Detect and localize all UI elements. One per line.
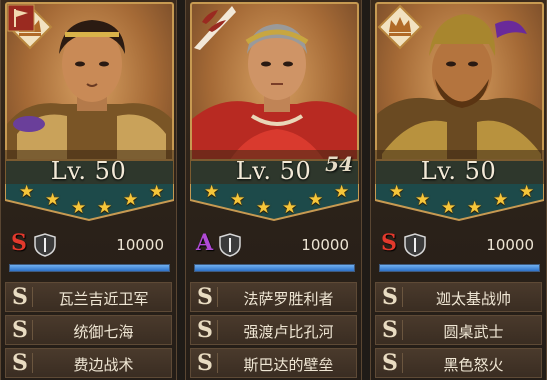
star-icon: ★ <box>334 182 350 202</box>
hero-power: 10000 <box>301 236 349 254</box>
exp-bar-fill <box>380 265 539 271</box>
hero-card-1[interactable]: Lv. 50 ★ ★ ★ ★ ★ ★ S 10000 S 瓦兰吉近卫军 S 统御七海… <box>0 0 177 380</box>
hero-card-2[interactable]: Lv. 50 54 ★ ★ ★ ★ ★ ★ A 10000 S 法萨罗胜利者 S强… <box>185 0 362 380</box>
skill-name: 统御七海 <box>73 323 134 341</box>
hero-grade: S <box>11 230 27 256</box>
hero-tag: 54 <box>325 152 353 176</box>
divider <box>217 320 218 340</box>
skill-grade: S <box>382 350 398 376</box>
skill-slot[interactable]: S 强渡卢比孔河 <box>190 315 357 345</box>
shield-icon <box>404 233 426 257</box>
star-icon: ★ <box>493 190 509 210</box>
skill-list: S 迦太基战帅 S 圆桌武士 S 黑色怒火 <box>375 282 542 380</box>
star-icon: ★ <box>467 198 483 218</box>
skill-name: 斯巴达的壁垒 <box>243 356 334 374</box>
skill-slot[interactable]: S 费边战术 <box>5 348 172 378</box>
hero-grade: S <box>381 230 397 256</box>
star-icon: ★ <box>71 198 87 218</box>
hero-power: 10000 <box>486 236 534 254</box>
divider <box>32 320 33 340</box>
hero-info-row: S 10000 <box>11 230 168 258</box>
divider <box>32 287 33 307</box>
shield-icon <box>219 233 241 257</box>
skill-grade: S <box>12 317 28 343</box>
hero-grade: A <box>196 230 214 256</box>
crown-icon <box>377 4 423 50</box>
star-icon: ★ <box>123 190 139 210</box>
star-icon: ★ <box>415 190 431 210</box>
skill-slot[interactable]: S 法萨罗胜利者 <box>190 282 357 312</box>
star-icon: ★ <box>282 198 298 218</box>
skill-grade: S <box>382 284 398 310</box>
divider <box>217 287 218 307</box>
star-icon: ★ <box>97 198 113 218</box>
star-icon: ★ <box>19 182 35 202</box>
skill-slot[interactable]: S 瓦兰吉近卫军 <box>5 282 172 312</box>
star-rating: ★ ★ ★ ★ ★ ★ <box>186 180 361 220</box>
skill-grade: S <box>382 317 398 343</box>
skill-name: 强渡卢比孔河 <box>243 323 334 341</box>
shield-icon <box>34 233 56 257</box>
skill-slot[interactable]: S 迦太基战帅 <box>375 282 542 312</box>
divider <box>32 353 33 373</box>
divider <box>402 353 403 373</box>
skill-slot[interactable]: S 统御七海 <box>5 315 172 345</box>
skill-slot[interactable]: S 黑色怒火 <box>375 348 542 378</box>
star-icon: ★ <box>441 198 457 218</box>
exp-bar-fill <box>10 265 169 271</box>
star-icon: ★ <box>45 190 61 210</box>
hero-power: 10000 <box>116 236 164 254</box>
star-rating: ★ ★ ★ ★ ★ ★ <box>371 180 546 220</box>
skill-name: 黑色怒火 <box>443 356 504 374</box>
star-icon: ★ <box>204 182 220 202</box>
skill-grade: S <box>197 317 213 343</box>
star-icon: ★ <box>519 182 535 202</box>
star-icon: ★ <box>389 182 405 202</box>
exp-bar-fill <box>195 265 354 271</box>
star-rating: ★ ★ ★ ★ ★ ★ <box>1 180 176 220</box>
divider <box>217 353 218 373</box>
skill-grade: S <box>12 350 28 376</box>
divider <box>402 287 403 307</box>
hero-info-row: A 10000 <box>196 230 353 258</box>
skill-grade: S <box>197 350 213 376</box>
skill-name: 法萨罗胜利者 <box>243 290 334 308</box>
skill-slot[interactable]: S 斯巴达的壁垒 <box>190 348 357 378</box>
laurel-icon <box>194 6 236 50</box>
skill-name: 瓦兰吉近卫军 <box>58 290 149 308</box>
exp-bar <box>194 264 355 272</box>
skill-grade: S <box>197 284 213 310</box>
skill-name: 圆桌武士 <box>443 323 504 341</box>
skill-list: S 瓦兰吉近卫军 S 统御七海 S 费边战术 <box>5 282 172 380</box>
skill-name: 费边战术 <box>73 356 134 374</box>
star-icon: ★ <box>256 198 272 218</box>
exp-bar <box>9 264 170 272</box>
hero-card-3[interactable]: Lv. 50 ★ ★ ★ ★ ★ ★ S 10000 S 迦太基战帅 S 圆桌武士 … <box>370 0 547 380</box>
hero-info-row: S 10000 <box>381 230 538 258</box>
exp-bar <box>379 264 540 272</box>
flag-icon <box>7 4 35 32</box>
star-icon: ★ <box>230 190 246 210</box>
skill-slot[interactable]: S 圆桌武士 <box>375 315 542 345</box>
skill-grade: S <box>12 284 28 310</box>
star-icon: ★ <box>149 182 165 202</box>
star-icon: ★ <box>308 190 324 210</box>
divider <box>402 320 403 340</box>
skill-name: 迦太基战帅 <box>435 290 511 308</box>
skill-list: S 法萨罗胜利者 S 强渡卢比孔河 S 斯巴达的壁垒 <box>190 282 357 380</box>
